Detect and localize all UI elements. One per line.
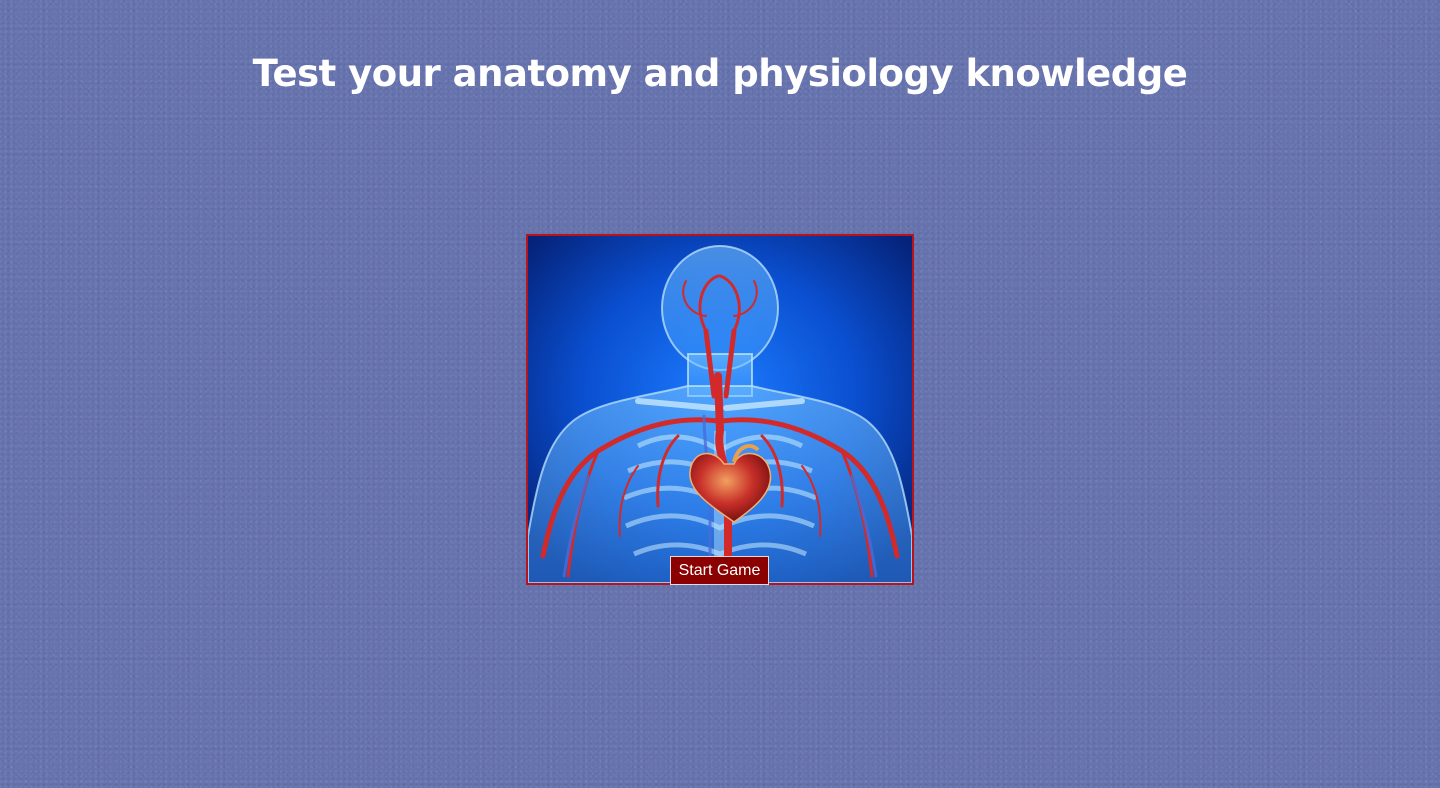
game-image-frame xyxy=(526,234,914,585)
human-anatomy-image xyxy=(528,236,912,583)
start-game-button[interactable]: Start Game xyxy=(670,556,769,585)
page-title: Test your anatomy and physiology knowled… xyxy=(252,52,1188,95)
